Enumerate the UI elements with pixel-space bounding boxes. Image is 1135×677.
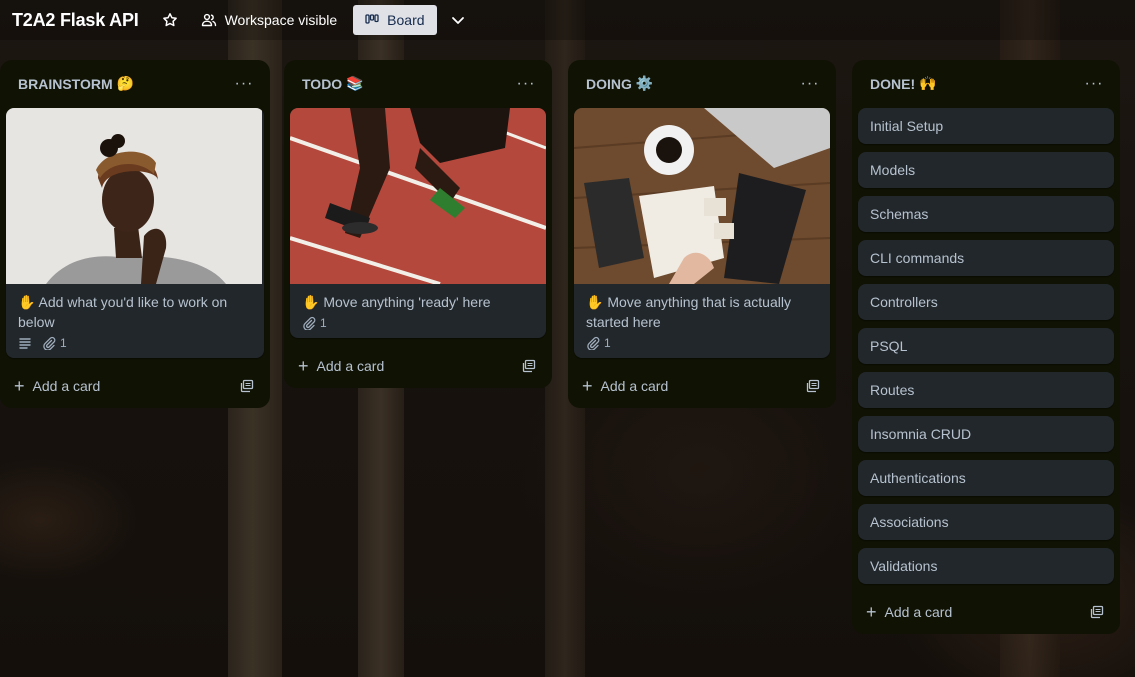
star-icon <box>162 13 177 27</box>
attachment-badge: 1 <box>586 336 611 350</box>
card-title: ✋ Add what you'd like to work on below <box>18 294 228 330</box>
add-card-label: Add a card <box>884 604 953 620</box>
view-switcher-button[interactable] <box>443 5 473 35</box>
card[interactable]: Schemas <box>858 196 1114 232</box>
card[interactable]: Routes <box>858 372 1114 408</box>
attachment-badge: 1 <box>42 336 67 350</box>
board-header: T2A2 Flask API Workspace visible Board <box>0 0 1135 40</box>
attachment-count: 1 <box>60 336 67 350</box>
list-todo: TODO 📚 ··· ✋ Move anything 'ready' here <box>284 60 552 388</box>
visibility-button[interactable]: Workspace visible <box>195 5 344 35</box>
gear-emoji-icon: ⚙️ <box>635 76 654 92</box>
description-badge <box>18 336 32 350</box>
card[interactable]: ✋ Move anything 'ready' here 1 <box>290 108 546 338</box>
chevron-down-icon <box>451 17 464 24</box>
card[interactable]: ✋ Add what you'd like to work on below 1 <box>6 108 264 358</box>
card[interactable]: Initial Setup <box>858 108 1114 144</box>
add-card-button[interactable]: + Add a card <box>294 354 388 378</box>
woman-thinking-image <box>6 108 262 284</box>
description-icon <box>19 338 31 349</box>
card[interactable]: Validations <box>858 548 1114 584</box>
add-card-button[interactable]: + Add a card <box>862 600 956 624</box>
list-title-text: TODO <box>302 76 343 92</box>
list-title[interactable]: DOING ⚙️ <box>586 76 653 92</box>
card-cover-image <box>574 108 830 284</box>
list-menu-button[interactable]: ··· <box>796 70 824 98</box>
list-menu-button[interactable]: ··· <box>230 70 258 98</box>
list-done: DONE! 🙌 ··· Initial Setup Models Schemas… <box>852 60 1120 634</box>
list-brainstorm: BRAINSTORM 🤔 ··· ✋ Add what you'd like t… <box>0 60 270 408</box>
people-icon <box>201 13 216 27</box>
card[interactable]: ✋ Move anything that is actually started… <box>574 108 830 358</box>
list-title[interactable]: TODO 📚 <box>302 76 364 92</box>
plus-icon: + <box>866 602 877 622</box>
card-title: ✋ Move anything that is actually started… <box>586 294 791 330</box>
add-card-button[interactable]: + Add a card <box>578 374 672 398</box>
card[interactable]: PSQL <box>858 328 1114 364</box>
attachment-count: 1 <box>320 316 327 330</box>
plus-icon: + <box>298 356 309 376</box>
attachment-badge: 1 <box>302 316 327 330</box>
star-button[interactable] <box>155 5 185 35</box>
card-template-icon[interactable] <box>804 377 822 395</box>
card-title: ✋ Move anything 'ready' here <box>302 294 491 310</box>
card[interactable]: Associations <box>858 504 1114 540</box>
board-title[interactable]: T2A2 Flask API <box>12 10 139 31</box>
plus-icon: + <box>582 376 593 396</box>
card[interactable]: CLI commands <box>858 240 1114 276</box>
card[interactable]: Models <box>858 152 1114 188</box>
sprinter-track-image <box>290 108 546 284</box>
card[interactable]: Controllers <box>858 284 1114 320</box>
list-title-text: DOING <box>586 76 632 92</box>
list-menu-button[interactable]: ··· <box>512 70 540 98</box>
add-card-button[interactable]: + Add a card <box>10 374 104 398</box>
add-card-label: Add a card <box>32 378 101 394</box>
thinking-emoji-icon: 🤔 <box>116 76 135 92</box>
list-title-text: BRAINSTORM <box>18 76 113 92</box>
add-card-label: Add a card <box>316 358 385 374</box>
card[interactable]: Authentications <box>858 460 1114 496</box>
card-cover-image <box>6 108 264 284</box>
list-menu-button[interactable]: ··· <box>1080 70 1108 98</box>
board-view-button[interactable]: Board <box>353 5 437 35</box>
list-title[interactable]: DONE! 🙌 <box>870 76 937 92</box>
board-icon <box>365 14 379 24</box>
paperclip-icon <box>587 336 600 350</box>
list-title-text: DONE! <box>870 76 916 92</box>
paperclip-icon <box>43 336 56 350</box>
add-card-label: Add a card <box>600 378 669 394</box>
books-emoji-icon: 📚 <box>346 76 364 92</box>
plus-icon: + <box>14 376 25 396</box>
raised-hands-emoji-icon: 🙌 <box>919 76 937 92</box>
list-doing: DOING ⚙️ ··· ✋ Move anything that is act… <box>568 60 836 408</box>
list-title[interactable]: BRAINSTORM 🤔 <box>18 76 134 92</box>
paperclip-icon <box>303 316 316 330</box>
board-view-label: Board <box>387 12 425 28</box>
card-template-icon[interactable] <box>520 357 538 375</box>
desk-coffee-image <box>574 108 830 284</box>
card-cover-image <box>290 108 546 284</box>
card-template-icon[interactable] <box>238 377 256 395</box>
card-template-icon[interactable] <box>1088 603 1106 621</box>
attachment-count: 1 <box>604 336 611 350</box>
card[interactable]: Insomnia CRUD <box>858 416 1114 452</box>
visibility-label: Workspace visible <box>224 12 338 28</box>
